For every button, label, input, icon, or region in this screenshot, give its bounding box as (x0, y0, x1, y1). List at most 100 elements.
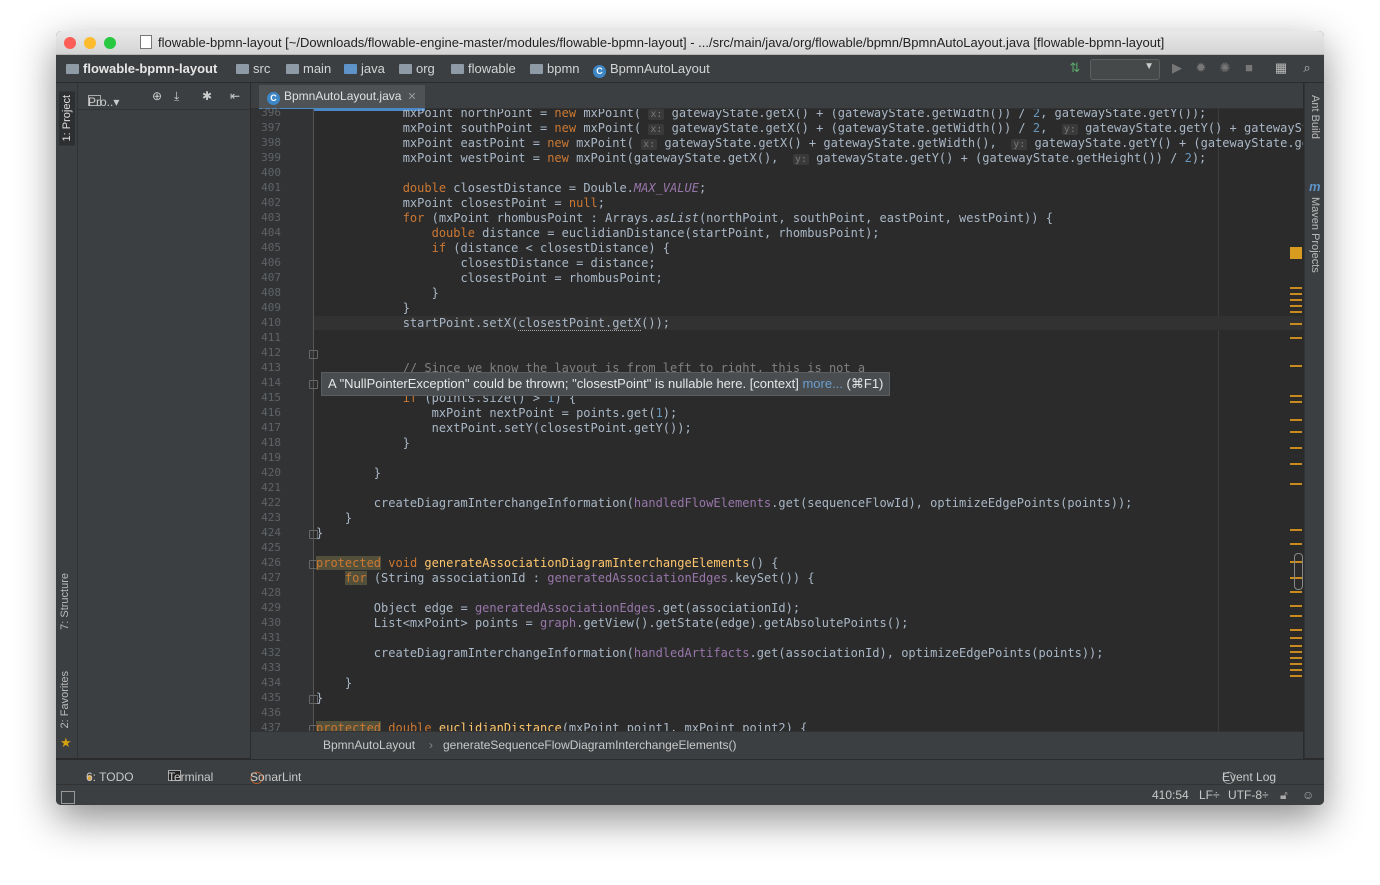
code-line[interactable]: } (314, 691, 323, 705)
warning-stripe-mark[interactable] (1290, 337, 1302, 339)
lock-icon[interactable]: 🔓︎ (1280, 788, 1288, 803)
line-separator[interactable]: LF÷ (1199, 788, 1220, 802)
locate-icon[interactable]: ⊕ (152, 89, 162, 103)
star-icon: ★ (60, 735, 72, 750)
file-encoding[interactable]: UTF-8÷ (1228, 788, 1269, 802)
warning-stripe-mark[interactable] (1290, 311, 1302, 313)
warning-stripe-mark[interactable] (1290, 615, 1302, 617)
warning-stripe-mark[interactable] (1290, 447, 1302, 449)
warning-stripe-mark[interactable] (1290, 293, 1302, 295)
nav-crumb-org[interactable]: org (399, 61, 435, 76)
gear-icon[interactable]: ✱ (202, 89, 212, 103)
inspector-icon[interactable]: ☺ (1302, 788, 1314, 802)
code-line[interactable]: Object edge = generatedAssociationEdges.… (314, 601, 800, 615)
minimize-window-button[interactable] (84, 37, 96, 49)
code-line[interactable]: mxPoint nextPoint = points.get(1); (314, 406, 678, 420)
warning-stripe-mark[interactable] (1290, 323, 1302, 325)
line-number: 397 (261, 121, 281, 134)
warning-stripe-mark[interactable] (1290, 663, 1302, 665)
code-line[interactable]: closestDistance = distance; (314, 256, 655, 270)
code-line[interactable]: startPoint.setX(closestPoint.getX()); (314, 316, 1303, 331)
code-line[interactable]: for (String associationId : generatedAss… (314, 571, 815, 585)
nav-crumb-java[interactable]: java (344, 61, 385, 76)
code-editor[interactable]: mxPoint northPoint = new mxPoint( x: gat… (314, 109, 1303, 731)
code-line[interactable]: } (314, 466, 381, 480)
code-line[interactable]: closestPoint = rhombusPoint; (314, 271, 662, 285)
warning-stripe-mark[interactable] (1290, 299, 1302, 301)
collapse-icon[interactable]: ⤓ (174, 89, 179, 104)
warning-stripe-mark[interactable] (1290, 305, 1302, 307)
code-line[interactable]: mxPoint southPoint = new mxPoint( x: gat… (314, 121, 1303, 135)
caret-position[interactable]: 410:54 (1152, 788, 1189, 802)
warning-stripe-mark[interactable] (1290, 287, 1302, 289)
code-line[interactable]: double closestDistance = Double.MAX_VALU… (314, 181, 706, 195)
warning-stripe-mark[interactable] (1290, 365, 1302, 367)
warning-stripe-mark[interactable] (1290, 395, 1302, 397)
tab-structure[interactable]: 7: Structure (59, 573, 71, 630)
code-line[interactable]: } (314, 526, 323, 540)
coverage-icon[interactable]: ✺ (1218, 61, 1232, 75)
warning-stripe-mark[interactable] (1290, 669, 1302, 671)
project-structure-icon[interactable]: ▦ (1274, 61, 1288, 75)
warning-stripe-mark[interactable] (1290, 431, 1302, 433)
breadcrumb-method[interactable]: generateSequenceFlowDiagramInterchangeEl… (443, 738, 737, 752)
stop-icon[interactable]: ■ (1242, 61, 1256, 75)
search-icon[interactable]: ⌕ (1300, 61, 1314, 75)
warning-stripe-mark[interactable] (1290, 543, 1302, 545)
code-line[interactable]: mxPoint northPoint = new mxPoint( x: gat… (314, 109, 1206, 120)
code-line[interactable]: nextPoint.setY(closestPoint.getY()); (314, 421, 692, 435)
build-icon[interactable]: ⇅ (1068, 61, 1082, 75)
nav-crumb-class[interactable]: C BpmnAutoLayout (593, 61, 710, 78)
zoom-window-button[interactable] (104, 37, 116, 49)
warning-stripe-mark[interactable] (1290, 463, 1302, 465)
debug-icon[interactable]: ✹ (1194, 61, 1208, 75)
close-window-button[interactable] (64, 37, 76, 49)
tab-ant-build[interactable]: Ant Build (1309, 95, 1321, 139)
warning-stripe-mark[interactable] (1290, 651, 1302, 653)
nav-crumb-src[interactable]: src (236, 61, 270, 76)
warning-stripe-mark[interactable] (1290, 483, 1302, 485)
run-icon[interactable]: ▶ (1170, 61, 1184, 75)
nav-crumb-main[interactable]: main (286, 61, 331, 76)
code-line[interactable]: mxPoint closestPoint = null; (314, 196, 605, 210)
hide-panel-icon[interactable]: ⇤ (230, 89, 240, 103)
tab-bpmn-auto-layout[interactable]: C BpmnAutoLayout.java ✕ (259, 85, 425, 111)
code-line[interactable]: createDiagramInterchangeInformation(hand… (314, 496, 1133, 510)
code-line[interactable]: double distance = euclidianDistance(star… (314, 226, 880, 240)
code-line[interactable]: mxPoint westPoint = new mxPoint(gatewayS… (314, 151, 1206, 165)
warning-stripe-mark[interactable] (1290, 419, 1302, 421)
code-line[interactable]: protected double euclidianDistance(mxPoi… (314, 721, 807, 731)
code-line[interactable]: } (314, 301, 410, 315)
code-line[interactable]: mxPoint eastPoint = new mxPoint( x: gate… (314, 136, 1303, 150)
run-config-select[interactable]: ▼ (1090, 59, 1160, 80)
code-line[interactable]: } (314, 511, 352, 525)
breadcrumb-class[interactable]: BpmnAutoLayout (323, 738, 415, 752)
scrollbar-thumb[interactable] (1294, 553, 1303, 590)
nav-crumb-flowable[interactable]: flowable (451, 61, 516, 76)
code-line[interactable]: protected void generateAssociationDiagra… (314, 556, 778, 570)
warning-marker-icon[interactable] (1290, 247, 1302, 259)
warning-stripe-mark[interactable] (1290, 645, 1302, 647)
code-line[interactable]: List<mxPoint> points = graph.getView().g… (314, 616, 909, 630)
warning-stripe-mark[interactable] (1290, 605, 1302, 607)
tab-project[interactable]: 1: Project (59, 91, 75, 146)
tab-maven-projects[interactable]: Maven Projects (1309, 197, 1321, 273)
code-line[interactable]: createDiagramInterchangeInformation(hand… (314, 646, 1104, 660)
nav-crumb-bpmn[interactable]: bpmn (530, 61, 580, 76)
code-line[interactable]: } (314, 676, 352, 690)
warning-stripe-mark[interactable] (1290, 637, 1302, 639)
tooltip-more-link[interactable]: more... (802, 376, 842, 391)
code-line[interactable]: } (314, 436, 410, 450)
code-line[interactable]: for (mxPoint rhombusPoint : Arrays.asLis… (314, 211, 1053, 225)
code-line[interactable]: if (distance < closestDistance) { (314, 241, 670, 255)
warning-stripe-mark[interactable] (1290, 657, 1302, 659)
warning-stripe-mark[interactable] (1290, 629, 1302, 631)
warning-stripe-mark[interactable] (1290, 591, 1302, 593)
warning-stripe-mark[interactable] (1290, 529, 1302, 531)
nav-crumb-project[interactable]: flowable-bpmn-layout (66, 61, 217, 76)
close-tab-icon[interactable]: ✕ (407, 91, 416, 103)
warning-stripe-mark[interactable] (1290, 401, 1302, 403)
warning-stripe-mark[interactable] (1290, 675, 1302, 677)
tab-favorites[interactable]: 2: Favorites (59, 671, 71, 728)
code-line[interactable]: } (314, 286, 439, 300)
